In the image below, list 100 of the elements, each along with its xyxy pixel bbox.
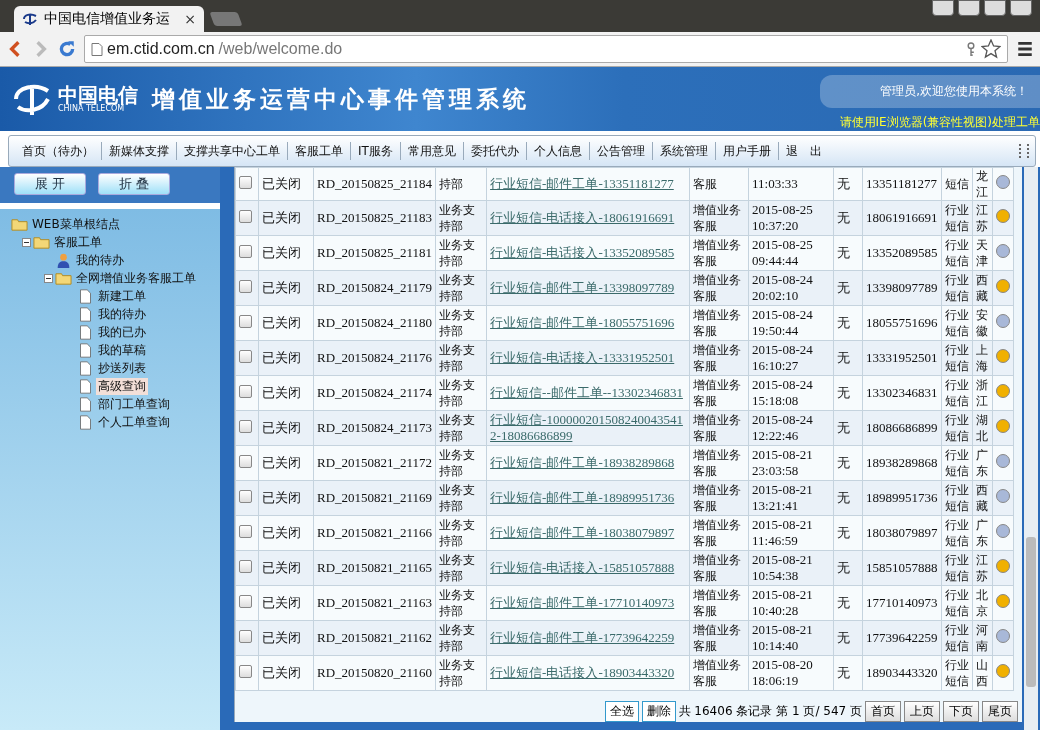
browser-tab[interactable]: 中国电信增值业务运 × xyxy=(14,6,204,32)
reload-icon[interactable] xyxy=(58,40,76,58)
action-button[interactable]: 删除 xyxy=(641,701,676,722)
key-icon[interactable] xyxy=(965,41,977,57)
close-button[interactable] xyxy=(1010,0,1032,16)
flag-cell: 无 xyxy=(837,665,851,680)
category-cell: 行业短信 xyxy=(944,412,969,444)
date-cell: 2015-08-24 xyxy=(752,272,813,287)
flag-cell: 无 xyxy=(837,455,851,470)
tree-item[interactable]: 全网增值业务客服工单 xyxy=(74,269,198,287)
flag-cell: 无 xyxy=(837,595,851,610)
time-cell: 09:44:44 xyxy=(752,253,799,268)
tree-item[interactable]: 新建工单 xyxy=(96,287,148,305)
ticket-id: RD_20150821_21172 xyxy=(317,455,433,470)
nav-link[interactable]: 用户手册 xyxy=(715,142,778,160)
row-checkbox[interactable] xyxy=(239,524,252,538)
ticket-id: RD_20150821_21163 xyxy=(317,595,433,610)
row-checkbox[interactable] xyxy=(239,594,252,608)
row-checkbox[interactable] xyxy=(239,244,252,258)
person-icon xyxy=(55,252,72,268)
maximize-button[interactable] xyxy=(984,0,1006,16)
province-cell: 江苏 xyxy=(975,202,989,234)
nav-link[interactable]: 首页（待办） xyxy=(15,142,101,160)
tree-toggle-button[interactable]: 展 开 xyxy=(14,173,86,195)
row-checkbox[interactable] xyxy=(239,454,252,468)
new-tab-button[interactable] xyxy=(209,12,243,26)
province-cell: 广东 xyxy=(975,447,989,479)
row-checkbox[interactable] xyxy=(239,664,252,678)
page-button[interactable]: 首页 xyxy=(865,701,901,722)
nav-link[interactable]: 常用意见 xyxy=(400,142,463,160)
browser-notice: 请使用IE浏览器(兼容性视图)处理工单 xyxy=(839,114,1040,131)
phone-cell: 17710140973 xyxy=(866,595,938,610)
collapse-icon[interactable] xyxy=(44,273,53,283)
row-checkbox[interactable] xyxy=(239,419,252,433)
tree-item[interactable]: 我的待办 xyxy=(96,305,148,323)
nav-link[interactable]: 新媒体支撑 xyxy=(102,142,176,160)
phone-cell: 18938289868 xyxy=(866,455,938,470)
tree-item[interactable]: WEB菜单根结点 xyxy=(30,215,122,233)
tree-toggle-button[interactable]: 折 叠 xyxy=(98,173,170,195)
flag-cell: 无 xyxy=(837,525,851,540)
row-checkbox[interactable] xyxy=(239,384,252,398)
tree-item[interactable]: 客服工单 xyxy=(52,233,104,251)
close-tab-button[interactable]: × xyxy=(184,11,196,27)
department-cell-text: 持部 xyxy=(439,176,465,192)
nav-link[interactable]: IT服务 xyxy=(351,142,400,160)
bookmark-star-icon[interactable] xyxy=(981,39,1001,59)
address-field[interactable]: em.ctid.com.cn /web/welcome.do xyxy=(84,35,1008,63)
row-checkbox[interactable] xyxy=(239,559,252,573)
category-cell: 行业短信 xyxy=(944,657,969,689)
tree-item[interactable]: 我的待办 xyxy=(74,251,126,269)
tree-item[interactable]: 我的草稿 xyxy=(96,341,148,359)
record-summary: 共 16406 条记录 第 1 页/ 547 页 xyxy=(678,703,862,720)
flag-cell: 无 xyxy=(837,490,851,505)
tree-item[interactable]: 高级查询 xyxy=(96,377,148,395)
province-cell: 西藏 xyxy=(975,482,989,514)
phone-cell: 15851057888 xyxy=(866,560,938,575)
action-button[interactable]: 全选 xyxy=(604,701,639,722)
collapse-icon[interactable] xyxy=(22,237,31,247)
page-button[interactable]: 尾页 xyxy=(982,701,1018,722)
menu-icon[interactable] xyxy=(1016,40,1034,58)
row-checkbox[interactable] xyxy=(239,175,252,189)
date-cell: 2015-08-24 xyxy=(752,307,813,322)
province-cell: 江苏 xyxy=(975,552,989,584)
ticket-id: RD_20150824_21179 xyxy=(317,280,433,295)
tree-item[interactable]: 我的已办 xyxy=(96,323,148,341)
category-cell: 行业短信 xyxy=(944,307,969,339)
type-cell-text: 增值业务客服 xyxy=(693,552,743,584)
time-cell: 15:18:08 xyxy=(752,393,799,408)
tree-item[interactable]: 部门工单查询 xyxy=(96,395,172,413)
row-checkbox[interactable] xyxy=(239,629,252,643)
date-cell: 2015-08-24 xyxy=(752,377,813,392)
type-cell-text: 增值业务客服 xyxy=(693,272,743,304)
province-cell: 天津 xyxy=(975,237,989,269)
document-icon xyxy=(77,378,94,394)
time-cell: 10:54:38 xyxy=(752,568,799,583)
nav-link[interactable]: 支撑共享中心工单 xyxy=(177,142,287,160)
row-checkbox[interactable] xyxy=(239,349,252,363)
phone-cell: 13398097789 xyxy=(866,280,938,295)
user-button[interactable] xyxy=(932,0,954,16)
scrollbar[interactable] xyxy=(1024,167,1038,730)
tree-item[interactable]: 抄送列表 xyxy=(96,359,148,377)
nav-link[interactable]: 委托代办 xyxy=(463,142,526,160)
time-cell: 10:37:20 xyxy=(752,218,799,233)
province-cell: 安徽 xyxy=(975,307,989,339)
page-button[interactable]: 下页 xyxy=(943,701,979,722)
row-checkbox[interactable] xyxy=(239,279,252,293)
tree-item[interactable]: 个人工单查询 xyxy=(96,413,172,431)
time-cell: 18:06:19 xyxy=(752,673,799,688)
phone-cell: 18038079897 xyxy=(866,525,938,540)
row-checkbox[interactable] xyxy=(239,489,252,503)
page-button[interactable]: 上页 xyxy=(904,701,940,722)
nav-link[interactable]: 客服工单 xyxy=(288,142,350,160)
nav-link[interactable]: 个人信息 xyxy=(526,142,589,160)
row-checkbox[interactable] xyxy=(239,314,252,328)
phone-cell: 13331952501 xyxy=(866,350,938,365)
nav-link[interactable]: 退 出 xyxy=(778,142,829,160)
row-checkbox[interactable] xyxy=(239,209,252,223)
nav-link[interactable]: 系统管理 xyxy=(652,142,715,160)
minimize-button[interactable] xyxy=(958,0,980,16)
nav-link[interactable]: 公告管理 xyxy=(589,142,652,160)
